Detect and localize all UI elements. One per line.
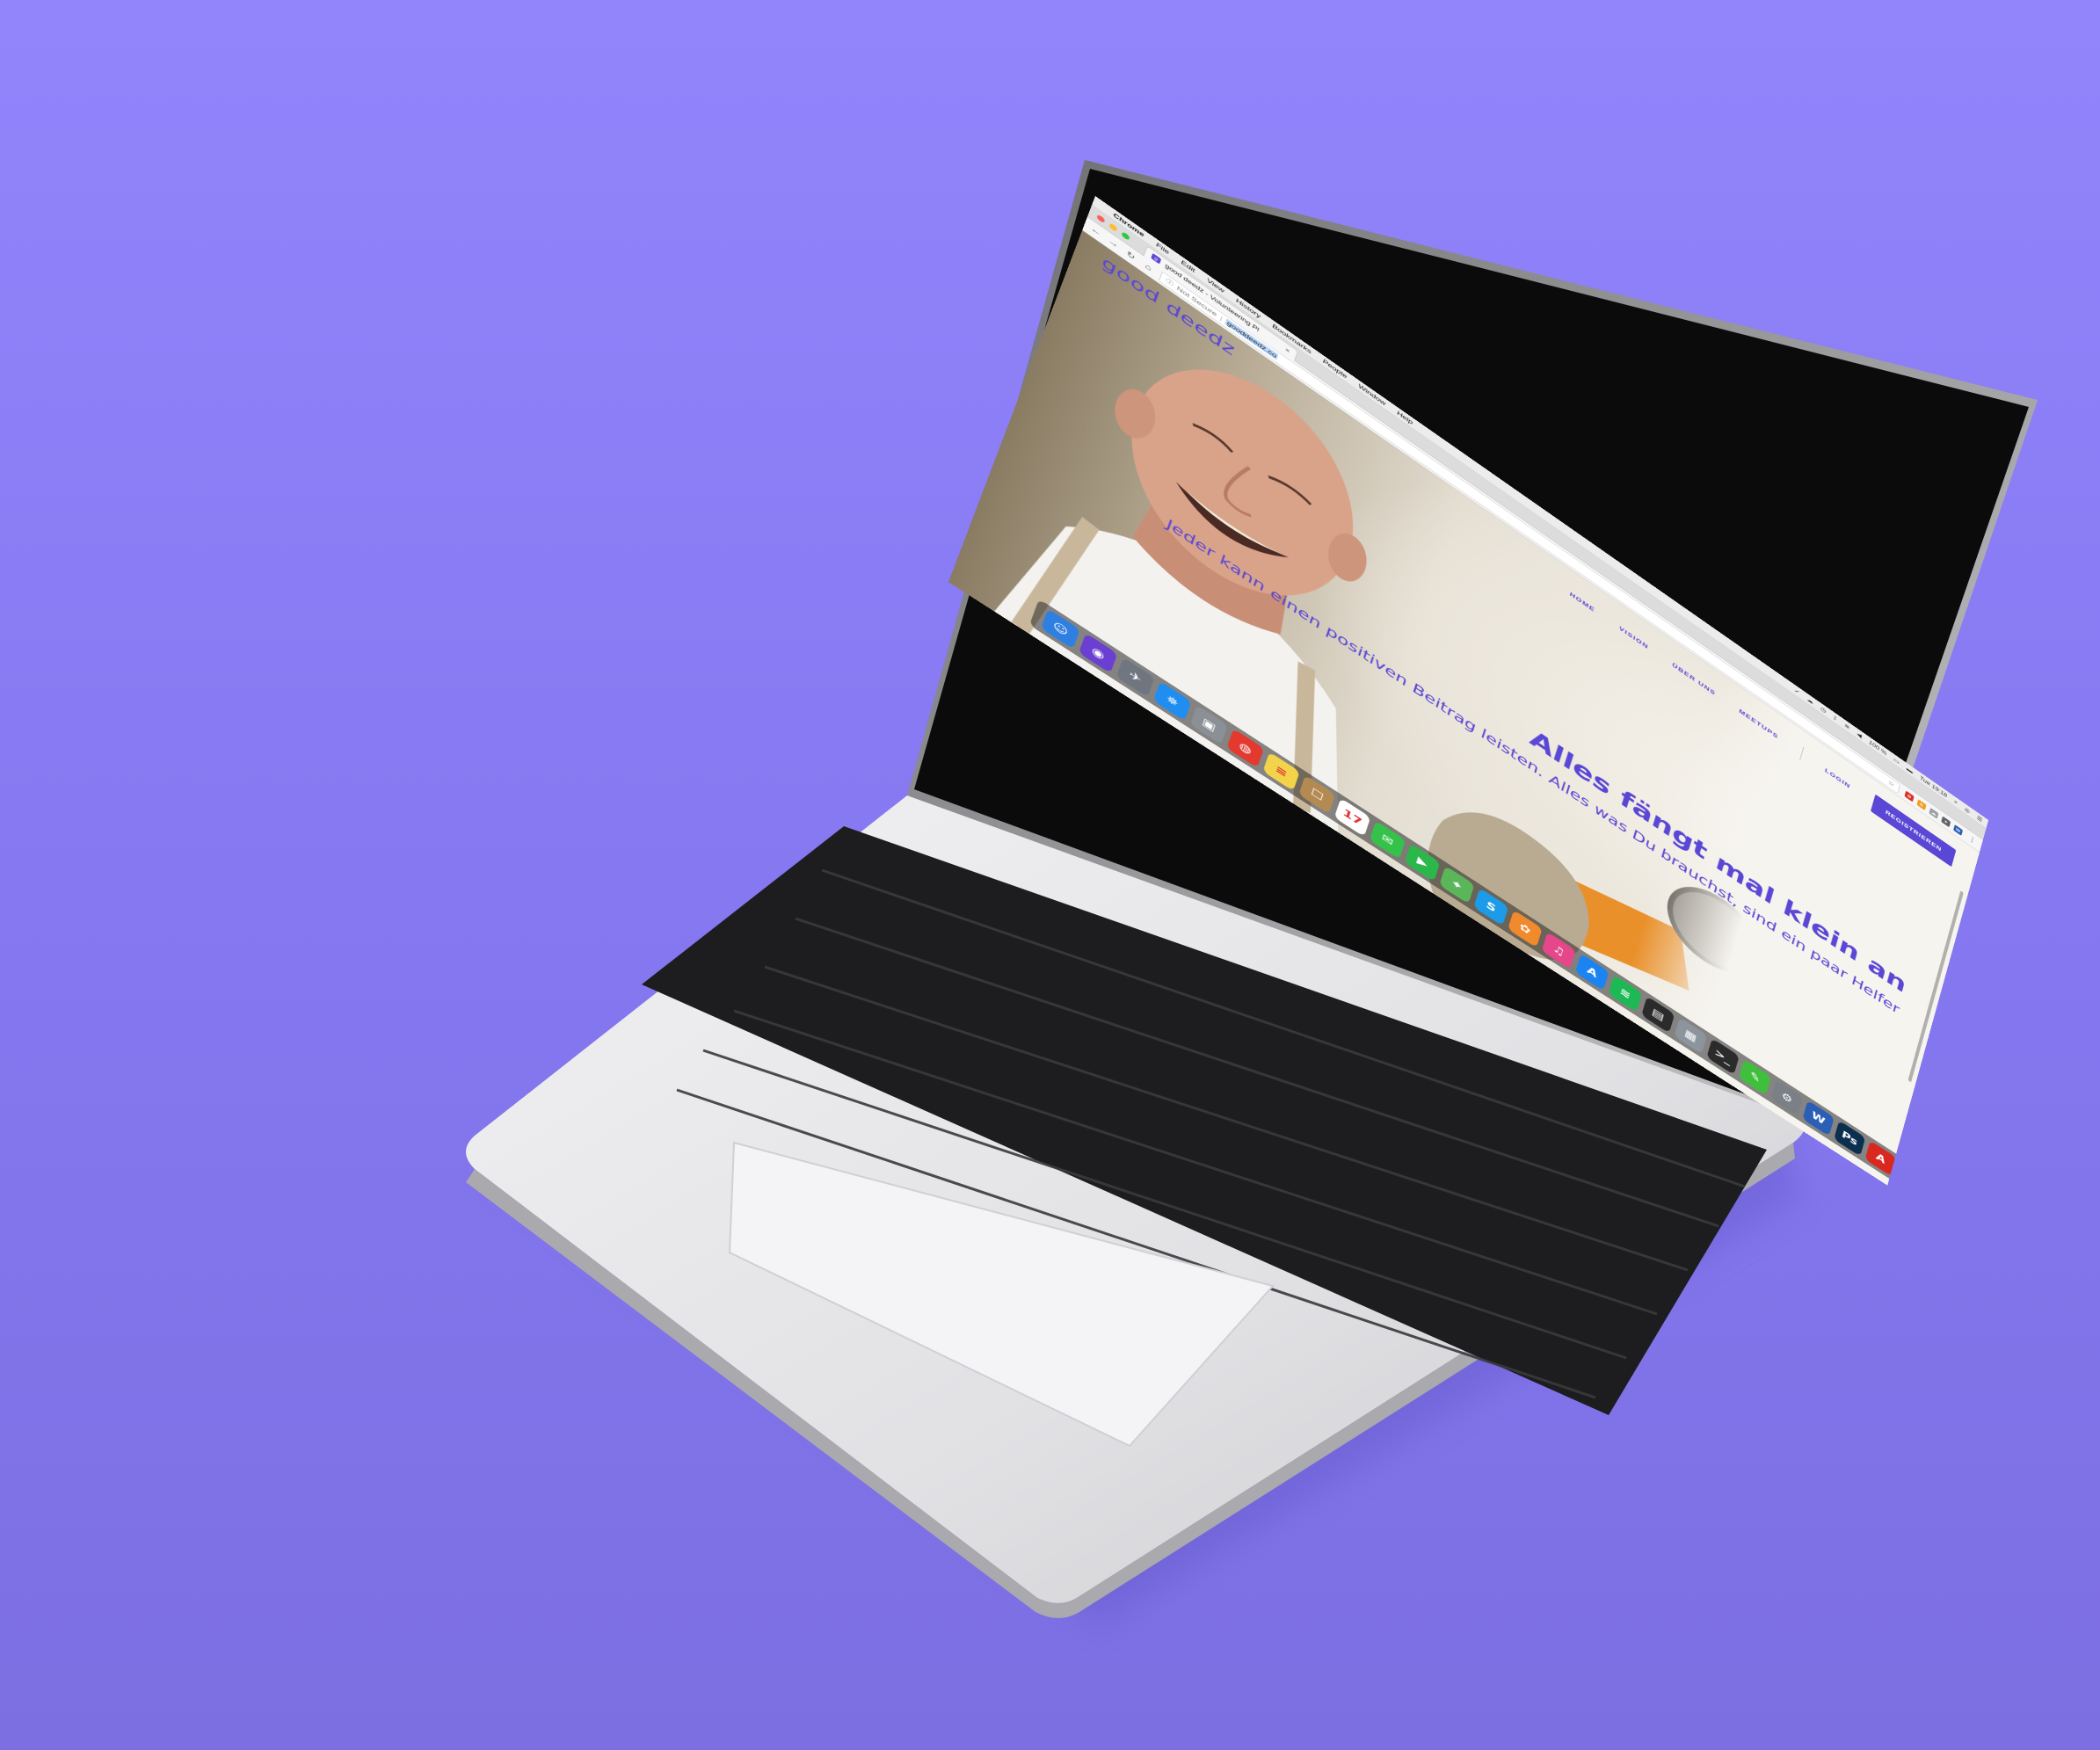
minimize-window-button[interactable]: [1108, 222, 1118, 233]
word-extension-icon[interactable]: W: [1953, 824, 1964, 836]
nav-divider: [1799, 746, 1805, 760]
pocket-extension-icon[interactable]: ▾: [1941, 816, 1951, 828]
spotlight-icon[interactable]: ⌕: [1953, 798, 1958, 806]
close-window-button[interactable]: [1096, 214, 1106, 224]
back-arrow-icon[interactable]: ←: [1090, 224, 1102, 238]
tab-close-icon[interactable]: ×: [1284, 345, 1290, 354]
bookmark-star-icon[interactable]: ☆: [1887, 778, 1895, 788]
zoom-window-button[interactable]: [1121, 231, 1130, 242]
bluetooth-icon[interactable]: ᛒ: [1833, 715, 1838, 723]
forward-arrow-icon[interactable]: →: [1108, 236, 1120, 251]
info-icon[interactable]: ⓘ: [1165, 277, 1174, 288]
chrome-menu-icon[interactable]: ⋮: [1967, 833, 1977, 846]
home-icon[interactable]: ⌂: [1142, 261, 1154, 274]
address-separator: |: [1219, 315, 1224, 323]
honey-extension-icon[interactable]: h: [1916, 798, 1927, 810]
volume-icon[interactable]: ◀: [1857, 730, 1863, 738]
adblock-extension-icon[interactable]: ⊘: [1904, 790, 1915, 802]
cloud-extension-icon[interactable]: ☁: [1929, 807, 1939, 819]
